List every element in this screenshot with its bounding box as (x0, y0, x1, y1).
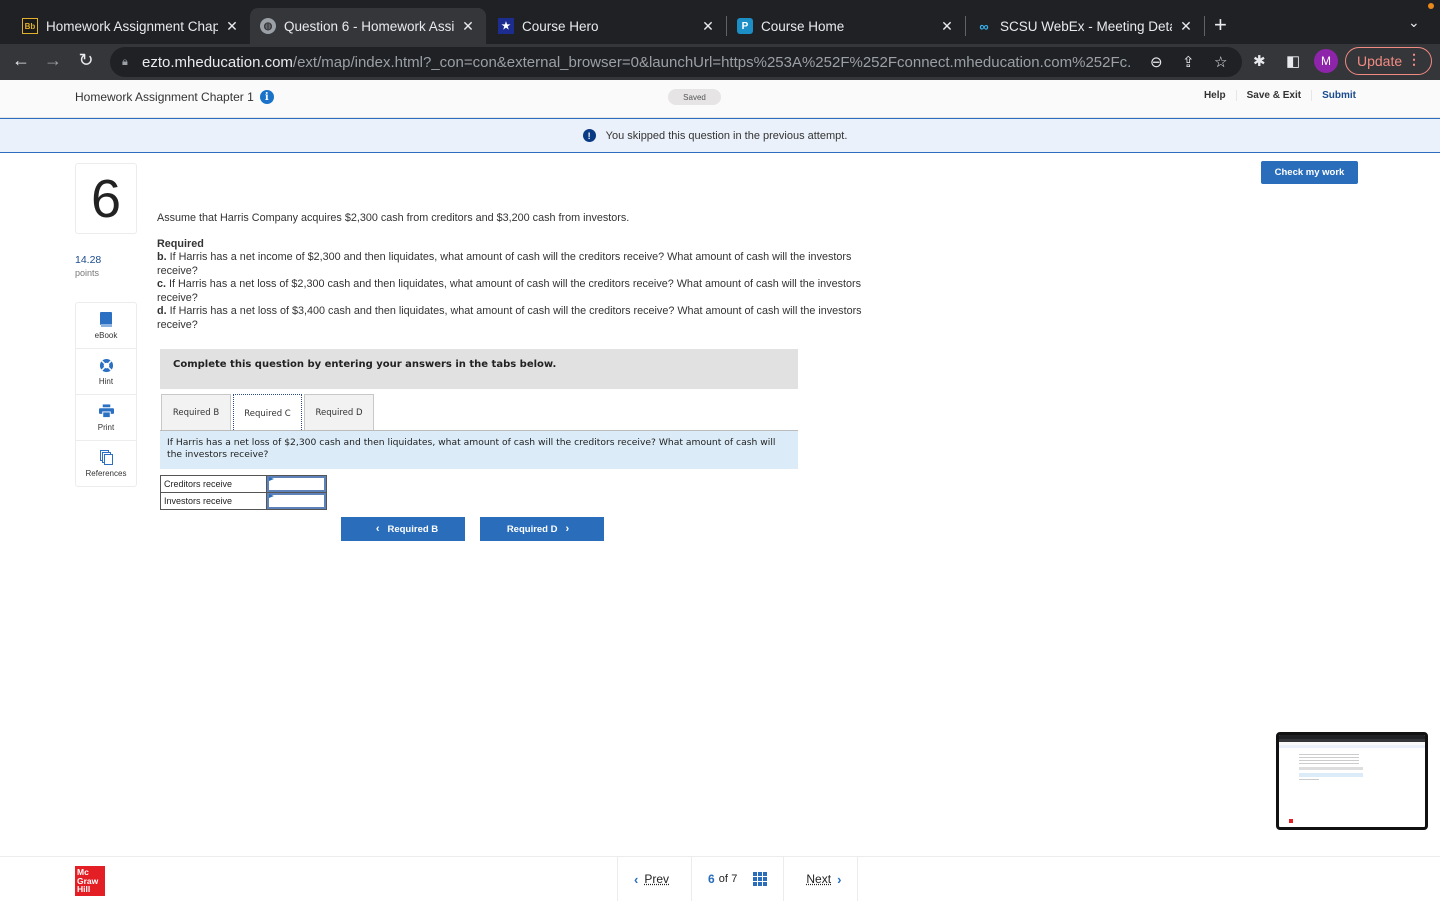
instruction-box: Complete this question by entering your … (160, 349, 798, 389)
copy-icon (99, 450, 113, 466)
investors-receive-label: Investors receive (160, 492, 267, 510)
browser-tab-webex[interactable]: ∞ SCSU WebEx - Meeting Detail ✕ (966, 8, 1204, 44)
hint-button[interactable]: Hint (76, 349, 136, 395)
close-tab-icon[interactable]: ✕ (939, 18, 955, 35)
side-panel-icon[interactable]: ◧ (1286, 52, 1300, 70)
assignment-title: Homework Assignment Chapter 1 i (75, 90, 274, 104)
pagination: ‹ Prev 6 of 7 Next › (617, 857, 859, 901)
question-part-d: d. If Harris has a net loss of $3,400 ca… (157, 305, 862, 331)
chevron-right-icon: › (837, 871, 842, 887)
close-tab-icon[interactable]: ✕ (1178, 18, 1194, 35)
chevron-right-icon: › (565, 523, 570, 535)
investors-receive-input[interactable] (267, 493, 326, 509)
forward-arrow-icon[interactable]: → (41, 50, 65, 71)
notification-dot (1428, 3, 1434, 9)
print-button[interactable]: Print (76, 395, 136, 441)
header-links: Help Save & Exit Submit (1194, 90, 1356, 101)
input-flag-icon (269, 477, 274, 481)
new-tab-plus-icon[interactable]: + (1214, 12, 1227, 38)
close-tab-icon[interactable]: ✕ (460, 18, 476, 35)
submit-link[interactable]: Submit (1311, 90, 1356, 101)
close-tab-icon[interactable]: ✕ (224, 18, 240, 35)
tab-required-d[interactable]: Required D (304, 394, 374, 431)
skipped-notice-banner: ! You skipped this question in the previ… (0, 118, 1440, 153)
creditors-receive-input[interactable] (267, 476, 326, 492)
required-heading: Required (157, 237, 204, 250)
kebab-menu-icon[interactable]: ⋮ (1407, 51, 1421, 68)
url-text[interactable]: ezto.mheducation.com/ext/map/index.html?… (142, 54, 1132, 71)
save-exit-link[interactable]: Save & Exit (1235, 90, 1311, 101)
table-row: Creditors receive (160, 475, 327, 493)
blackboard-icon: Bb (22, 18, 38, 34)
prev-page-button[interactable]: ‹ Prev (617, 857, 691, 901)
page-indicator[interactable]: 6 of 7 (691, 857, 783, 901)
browser-tab-course-home[interactable]: P Course Home ✕ (727, 8, 965, 44)
lifebuoy-icon (99, 358, 114, 374)
check-my-work-button[interactable]: Check my work (1261, 161, 1358, 184)
answer-table: Creditors receive Investors receive (160, 475, 327, 510)
chevron-left-icon: ‹ (634, 871, 639, 887)
share-icon[interactable]: ⇪ (1182, 53, 1195, 71)
lock-icon: 🔒︎ (122, 55, 128, 68)
tab-required-c[interactable]: Required C (233, 394, 302, 432)
required-tabs: Required B Required C Required D (161, 394, 376, 432)
next-page-button[interactable]: Next › (783, 857, 859, 901)
question-number: 6 (75, 163, 137, 234)
question-part-c: c. If Harris has a net loss of $2,300 ca… (157, 278, 861, 304)
footer: Mc Graw Hill ‹ Prev 6 of 7 Next › (0, 856, 1440, 901)
tab-question-prompt: If Harris has a net loss of $2,300 cash … (160, 431, 798, 469)
webex-icon: ∞ (979, 18, 989, 34)
browser-toolbar: ← → ↻ 🔒︎ ezto.mheducation.com/ext/map/in… (0, 44, 1440, 80)
printer-icon (98, 403, 114, 420)
profile-avatar[interactable]: M (1314, 49, 1338, 73)
question-intro: Assume that Harris Company acquires $2,3… (157, 212, 630, 224)
browser-tab-course-hero[interactable]: ★ Course Hero ✕ (488, 8, 726, 44)
points-value: 14.28 (75, 254, 102, 266)
address-bar[interactable]: 🔒︎ ezto.mheducation.com/ext/map/index.ht… (110, 47, 1242, 77)
next-required-button[interactable]: Required D › (480, 517, 604, 541)
app-header: Homework Assignment Chapter 1 i Saved He… (0, 80, 1440, 118)
browser-tab-question[interactable]: ◍ Question 6 - Homework Assign ✕ (250, 8, 486, 44)
screenshot-preview-thumbnail[interactable] (1276, 732, 1428, 830)
mcgraw-hill-logo: Mc Graw Hill (75, 866, 105, 896)
question-part-b: b. If Harris has a net income of $2,300 … (157, 251, 852, 277)
question-text: Assume that Harris Company acquires $2,3… (157, 212, 862, 332)
exclamation-alert-icon: ! (582, 129, 596, 142)
zoom-magnifier-icon[interactable]: ⊖ (1150, 53, 1163, 71)
pearson-icon: P (737, 18, 753, 34)
table-row: Investors receive (160, 492, 327, 510)
saved-status-badge: Saved (668, 89, 721, 105)
extensions-puzzle-icon[interactable]: ✱ (1253, 52, 1266, 70)
globe-icon: ◍ (260, 18, 276, 34)
info-icon[interactable]: i (259, 90, 274, 104)
references-button[interactable]: References (76, 441, 136, 487)
browser-tab-homework[interactable]: Bb Homework Assignment Chapte ✕ (12, 8, 250, 44)
update-button[interactable]: Update ⋮ (1345, 47, 1432, 75)
grid-view-icon[interactable] (753, 872, 768, 886)
creditors-receive-label: Creditors receive (160, 475, 267, 493)
bookmark-star-icon[interactable]: ☆ (1214, 53, 1227, 71)
ebook-button[interactable]: eBook (76, 303, 136, 349)
tools-panel: eBook Hint Print References (75, 302, 137, 487)
close-tab-icon[interactable]: ✕ (700, 18, 716, 35)
back-arrow-icon[interactable]: ← (9, 50, 33, 71)
reload-icon[interactable]: ↻ (74, 50, 98, 71)
points-label: points (75, 268, 100, 278)
input-flag-icon (269, 494, 274, 498)
chevron-left-icon: ‹ (375, 523, 380, 535)
browser-tabstrip: Bb Homework Assignment Chapte ✕ ◍ Questi… (0, 0, 1440, 44)
help-link[interactable]: Help (1194, 90, 1236, 101)
tab-required-b[interactable]: Required B (161, 394, 231, 431)
prev-required-button[interactable]: ‹ Required B (341, 517, 465, 541)
book-icon (100, 311, 112, 328)
tab-search-chevron-icon[interactable]: ⌄ (1408, 14, 1420, 31)
tab-separator (1204, 16, 1205, 36)
course-hero-icon: ★ (498, 18, 514, 34)
